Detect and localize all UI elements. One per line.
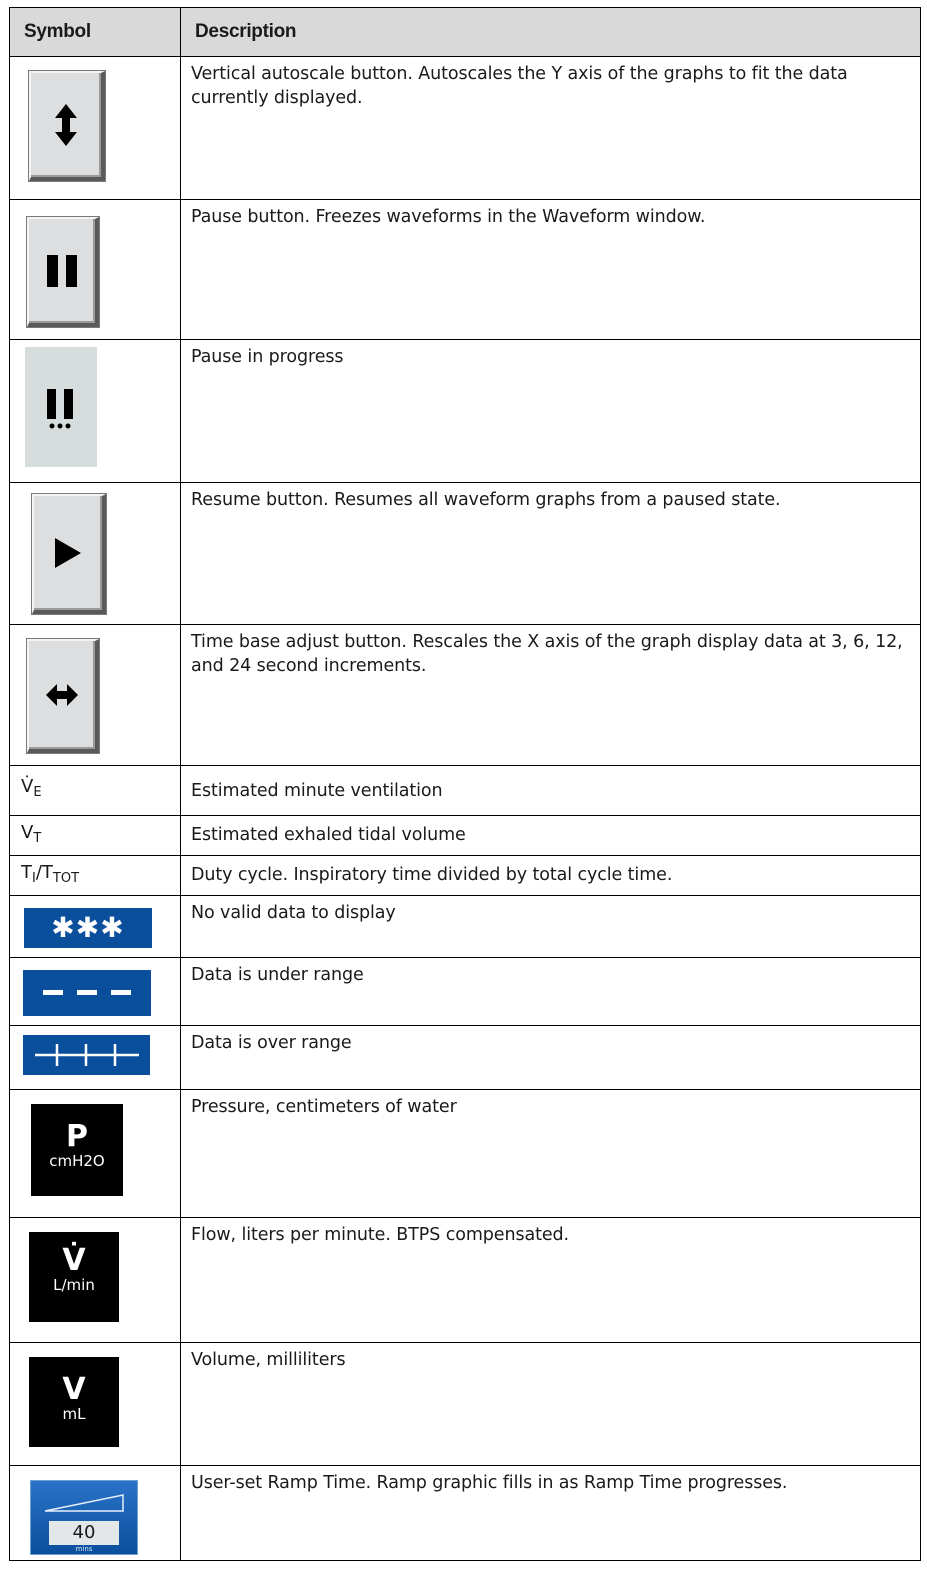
symbol-cell bbox=[9, 1025, 181, 1090]
table-row: V̇ L/min Flow, liters per minute. BTPS c… bbox=[9, 1217, 921, 1343]
description-cell: Vertical autoscale button. Autoscales th… bbox=[180, 56, 921, 200]
symbol-cell bbox=[9, 339, 181, 483]
duty-cycle-symbol: TI/TTOT bbox=[21, 862, 80, 886]
table-row: Pause in progress bbox=[9, 339, 921, 483]
description-cell: Flow, liters per minute. BTPS compensate… bbox=[180, 1217, 921, 1343]
pressure-unit-icon: P cmH2O bbox=[31, 1104, 123, 1196]
resume-play-icon bbox=[32, 494, 106, 614]
under-range-icon bbox=[23, 970, 151, 1016]
table-row: P cmH2O Pressure, centimeters of water bbox=[9, 1089, 921, 1218]
table-row: Pause button. Freezes waveforms in the W… bbox=[9, 199, 921, 340]
tidal-volume-symbol: VT bbox=[21, 822, 42, 846]
table-row: V mL Volume, milliliters bbox=[9, 1342, 921, 1466]
symbol-column-header: Symbol bbox=[9, 7, 181, 57]
symbol-cell: 40 mins bbox=[9, 1465, 181, 1561]
symbol-cell bbox=[9, 957, 181, 1026]
table-header-row: Symbol Description bbox=[9, 7, 921, 57]
table-row: VT Estimated exhaled tidal volume bbox=[9, 815, 921, 856]
symbol-cell: V̇E bbox=[9, 765, 181, 816]
symbol-cell bbox=[9, 482, 181, 625]
symbol-cell: V mL bbox=[9, 1342, 181, 1466]
flow-unit-icon: V̇ L/min bbox=[29, 1232, 119, 1322]
description-cell: No valid data to display bbox=[180, 895, 921, 958]
description-cell: Time base adjust button. Rescales the X … bbox=[180, 624, 921, 766]
pause-icon bbox=[27, 217, 99, 327]
symbol-cell: VT bbox=[9, 815, 181, 856]
no-valid-data-icon: ✱✱✱ bbox=[24, 908, 152, 948]
description-cell: Resume button. Resumes all waveform grap… bbox=[180, 482, 921, 625]
description-cell: Duty cycle. Inspiratory time divided by … bbox=[180, 855, 921, 896]
table-row: Data is under range bbox=[9, 957, 921, 1026]
table-row: TI/TTOT Duty cycle. Inspiratory time div… bbox=[9, 855, 921, 896]
description-cell: Estimated exhaled tidal volume bbox=[180, 815, 921, 856]
symbol-cell: V̇ L/min bbox=[9, 1217, 181, 1343]
ramp-time-value: 40 bbox=[49, 1521, 119, 1545]
ramp-time-icon: 40 mins bbox=[30, 1480, 138, 1555]
description-cell: User-set Ramp Time. Ramp graphic fills i… bbox=[180, 1465, 921, 1561]
symbol-cell: P cmH2O bbox=[9, 1089, 181, 1218]
table-row: 40 mins User-set Ramp Time. Ramp graphic… bbox=[9, 1465, 921, 1561]
table-row: Data is over range bbox=[9, 1025, 921, 1090]
description-cell: Data is over range bbox=[180, 1025, 921, 1090]
description-column-header: Description bbox=[180, 7, 921, 57]
table-row: Vertical autoscale button. Autoscales th… bbox=[9, 56, 921, 200]
table-row: Resume button. Resumes all waveform grap… bbox=[9, 482, 921, 625]
table-row: V̇E Estimated minute ventilation bbox=[9, 765, 921, 816]
symbols-table: Symbol Description Vertical autoscale bu… bbox=[9, 7, 921, 1561]
description-cell: Pause in progress bbox=[180, 339, 921, 483]
symbol-cell bbox=[9, 56, 181, 200]
time-base-adjust-icon bbox=[27, 639, 99, 753]
minute-ventilation-symbol: V̇E bbox=[21, 776, 42, 800]
description-cell: Estimated minute ventilation bbox=[180, 765, 921, 816]
table-row: Time base adjust button. Rescales the X … bbox=[9, 624, 921, 766]
ramp-time-unit: mins bbox=[75, 1545, 93, 1553]
symbol-cell bbox=[9, 624, 181, 766]
table-row: ✱✱✱ No valid data to display bbox=[9, 895, 921, 958]
pause-in-progress-icon bbox=[25, 347, 97, 467]
symbol-cell: TI/TTOT bbox=[9, 855, 181, 896]
description-cell: Pressure, centimeters of water bbox=[180, 1089, 921, 1218]
description-cell: Volume, milliliters bbox=[180, 1342, 921, 1466]
volume-unit-icon: V mL bbox=[29, 1357, 119, 1447]
symbol-cell bbox=[9, 199, 181, 340]
symbol-cell: ✱✱✱ bbox=[9, 895, 181, 958]
description-cell: Pause button. Freezes waveforms in the W… bbox=[180, 199, 921, 340]
over-range-icon bbox=[23, 1035, 150, 1075]
description-cell: Data is under range bbox=[180, 957, 921, 1026]
vertical-autoscale-icon bbox=[29, 71, 105, 181]
